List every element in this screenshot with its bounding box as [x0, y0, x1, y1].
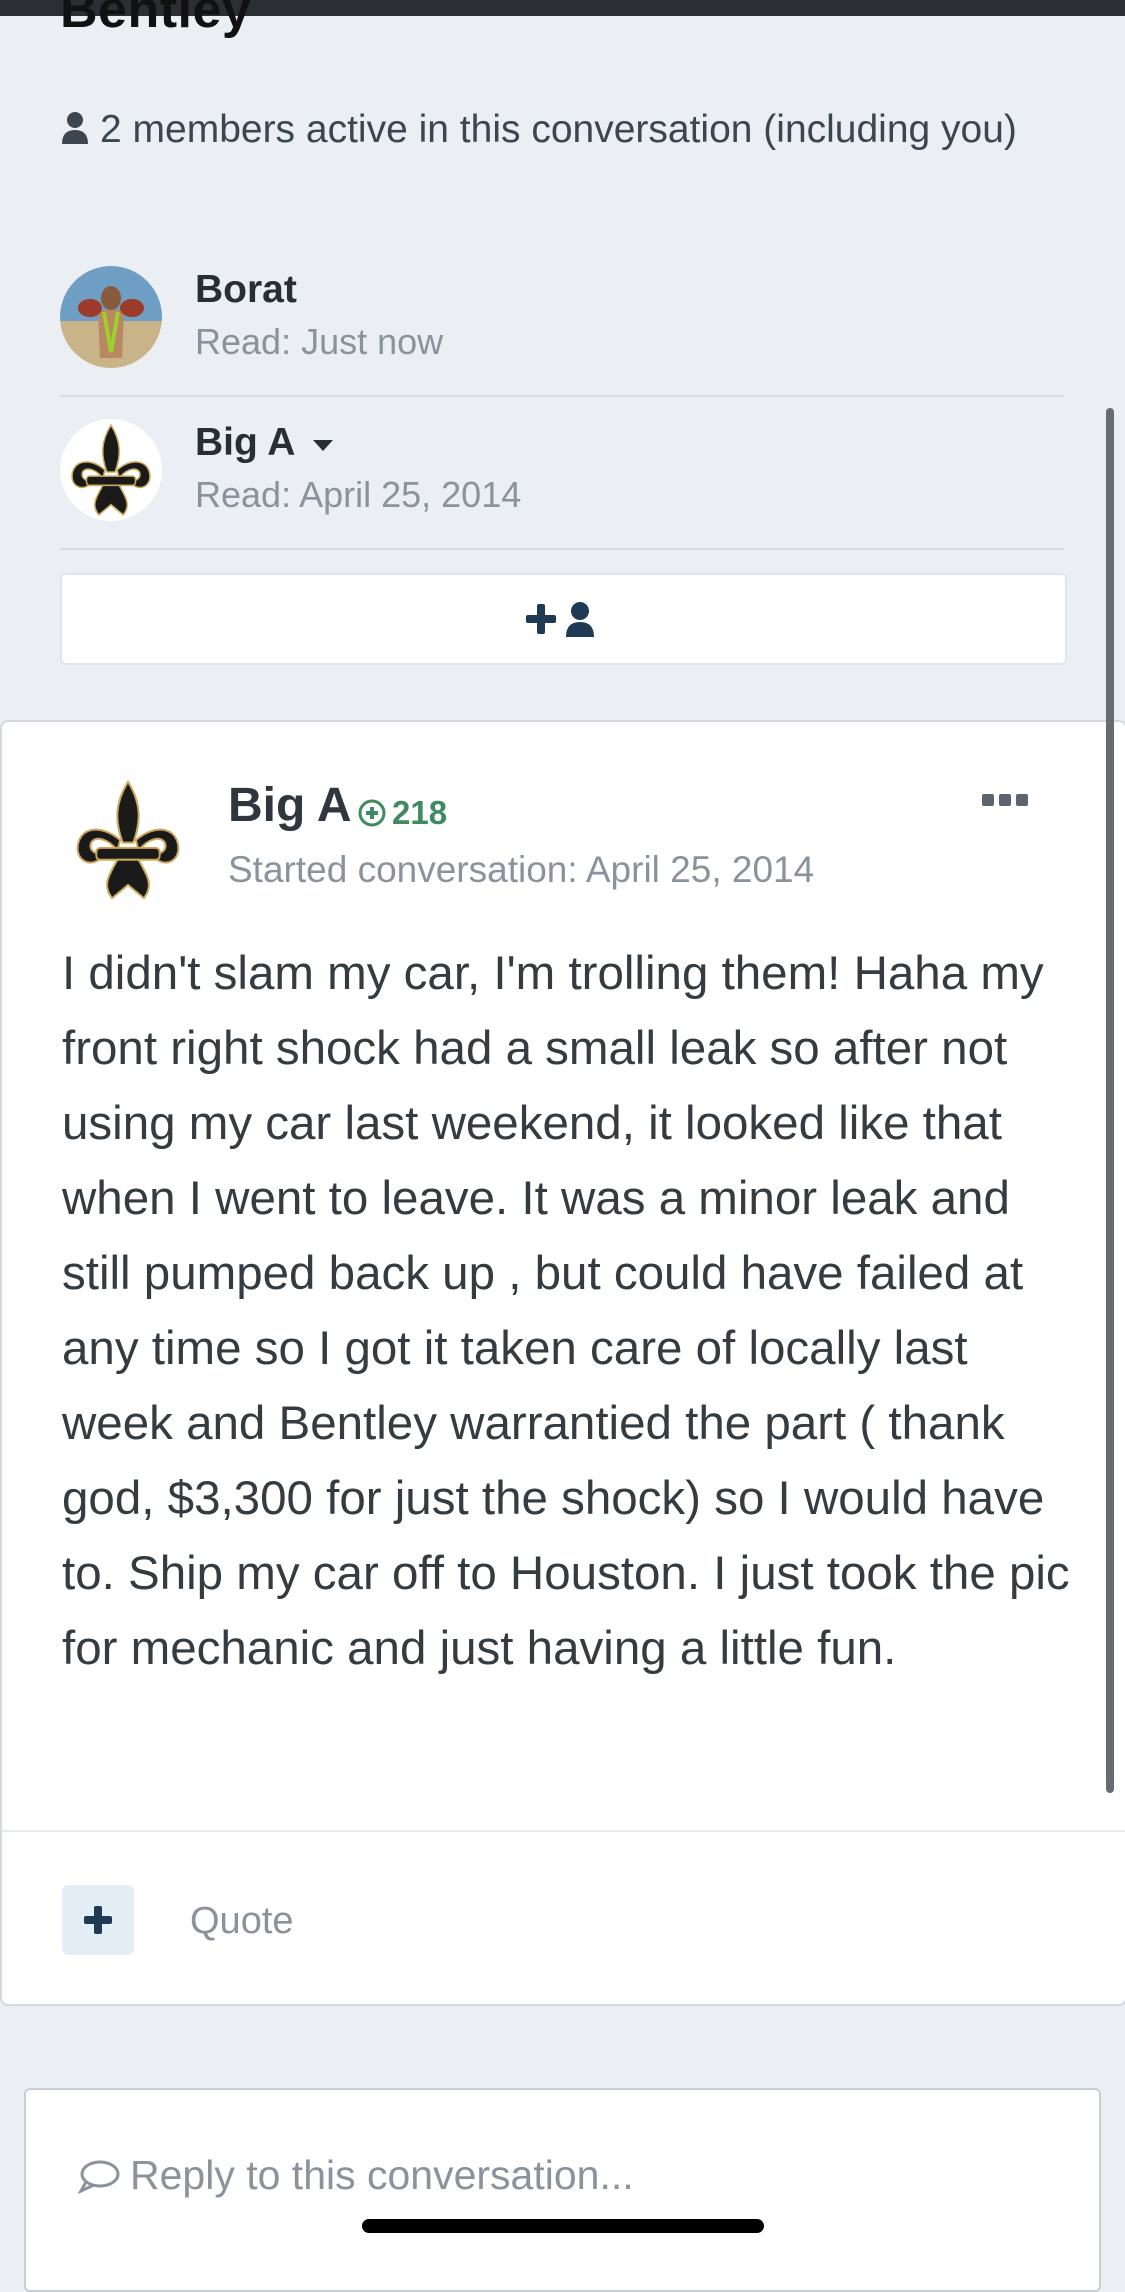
scrollbar[interactable] [1106, 408, 1114, 1793]
member-read-status: Read: Just now [195, 321, 444, 362]
post-author[interactable]: Big A [228, 778, 352, 833]
quote-button[interactable]: Quote [190, 1900, 294, 1943]
post-date: Started conversation: April 25, 2014 [228, 849, 815, 890]
author-avatar[interactable] [62, 772, 194, 908]
member-name[interactable]: Big A [195, 421, 294, 464]
plus-circle-icon [358, 799, 386, 827]
avatar[interactable] [60, 419, 162, 521]
plus-icon [84, 1906, 112, 1934]
home-indicator [362, 2219, 764, 2233]
more-dots-icon[interactable] [982, 794, 1028, 806]
member-item-borat[interactable]: Borat Read: Just now [60, 266, 1064, 416]
reaction-button[interactable] [62, 1885, 134, 1955]
reply-placeholder-text: Reply to this conversation... [130, 2152, 634, 2198]
active-members-info: 2 members active in this conversation (i… [60, 105, 1020, 155]
reputation-badge[interactable]: 218 [358, 794, 447, 832]
add-user-icon [525, 602, 594, 637]
comment-icon [78, 2160, 120, 2194]
member-item-big-a[interactable]: Big A Read: April 25, 2014 [60, 419, 1064, 569]
conversation-post: Big A 218 Started conversation: April 25… [0, 720, 1125, 2006]
reputation-count: 218 [392, 794, 448, 831]
post-body: I didn't slam my car, I'm trolling them!… [62, 947, 1070, 1675]
member-read-status: Read: April 25, 2014 [195, 474, 522, 515]
reply-input[interactable]: Reply to this conversation... [24, 2088, 1101, 2292]
member-name[interactable]: Borat [195, 268, 297, 312]
add-participant-button[interactable] [60, 573, 1067, 665]
reply-placeholder[interactable]: Reply to this conversation... [78, 2152, 634, 2199]
divider [60, 548, 1064, 550]
caret-down-icon[interactable] [311, 437, 335, 453]
member-name-row[interactable]: Big A [195, 421, 335, 465]
page-title: Bentley [60, 0, 252, 39]
active-members-text: 2 members active in this conversation (i… [100, 108, 1017, 151]
person-icon [62, 112, 88, 144]
divider [60, 395, 1064, 397]
divider [2, 1830, 1125, 1832]
avatar[interactable] [60, 266, 162, 368]
